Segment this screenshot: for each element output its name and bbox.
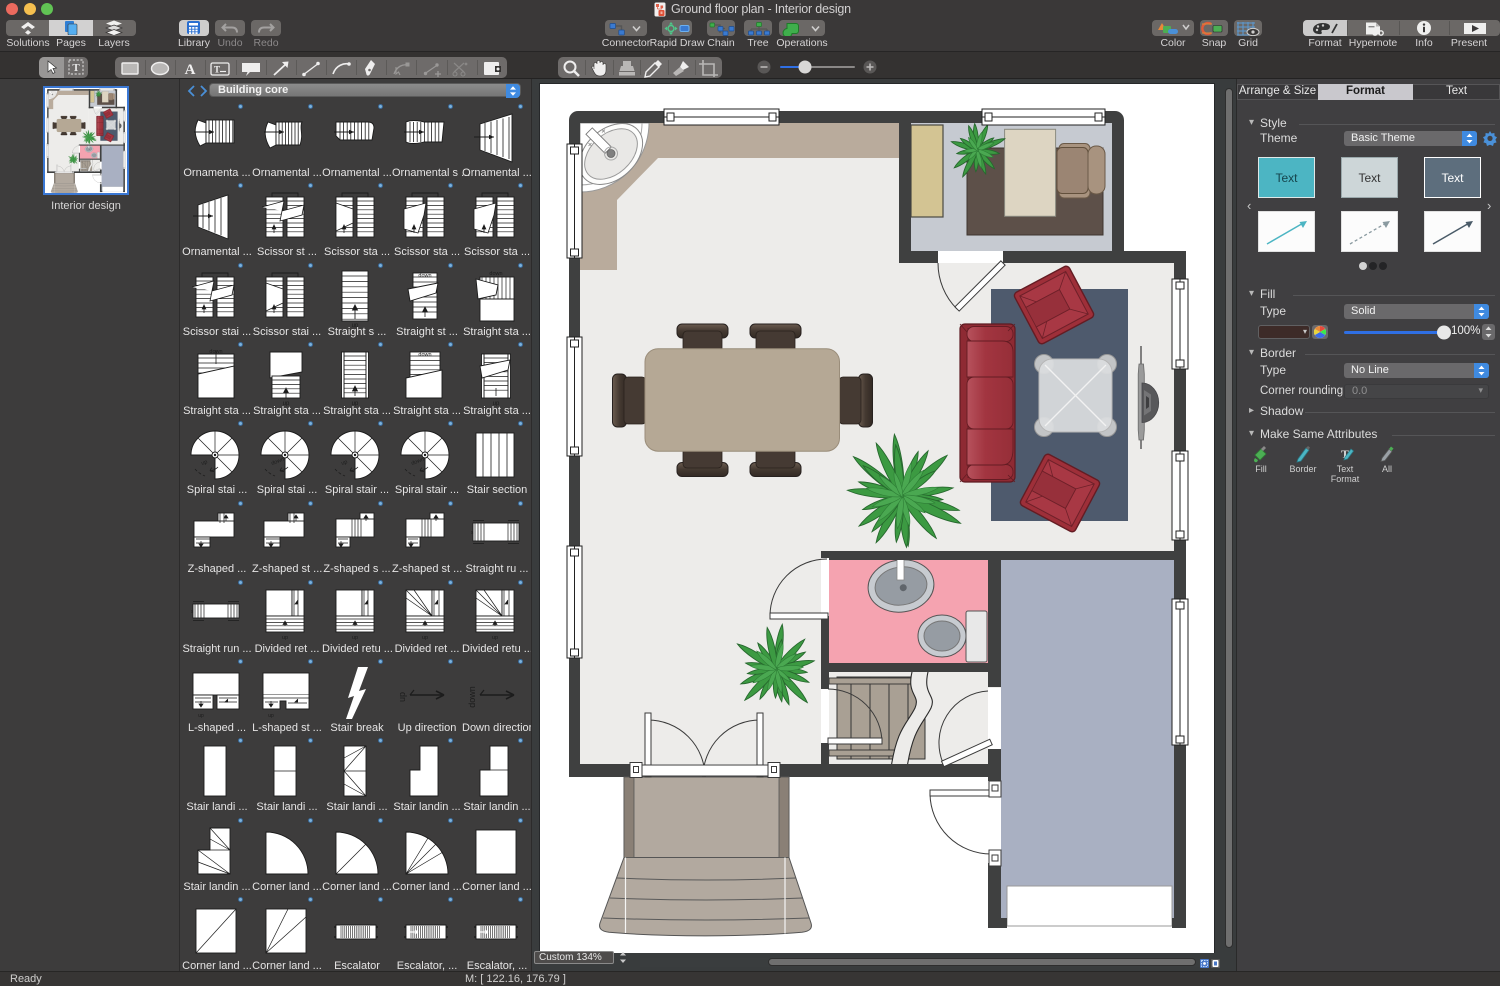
svg-text:up: up xyxy=(352,635,358,641)
svg-text:up: up xyxy=(198,713,204,719)
svg-text:T: T xyxy=(214,64,220,74)
svg-text:up: up xyxy=(341,459,349,467)
svg-text:A: A xyxy=(185,62,196,78)
svg-text:down: down xyxy=(271,457,285,467)
svg-text:down: down xyxy=(418,352,431,358)
svg-text:up: up xyxy=(492,635,498,641)
svg-text:down: down xyxy=(418,273,431,279)
svg-text:down: down xyxy=(411,457,425,467)
svg-text:up: up xyxy=(282,635,288,641)
svg-text:T: T xyxy=(72,62,80,74)
svg-text:up: up xyxy=(201,459,209,467)
svg-text:down: down xyxy=(468,686,477,708)
svg-text:down: down xyxy=(489,271,502,277)
svg-text:up: up xyxy=(398,692,407,702)
svg-text:up: up xyxy=(268,713,274,719)
svg-text:up: up xyxy=(422,635,428,641)
